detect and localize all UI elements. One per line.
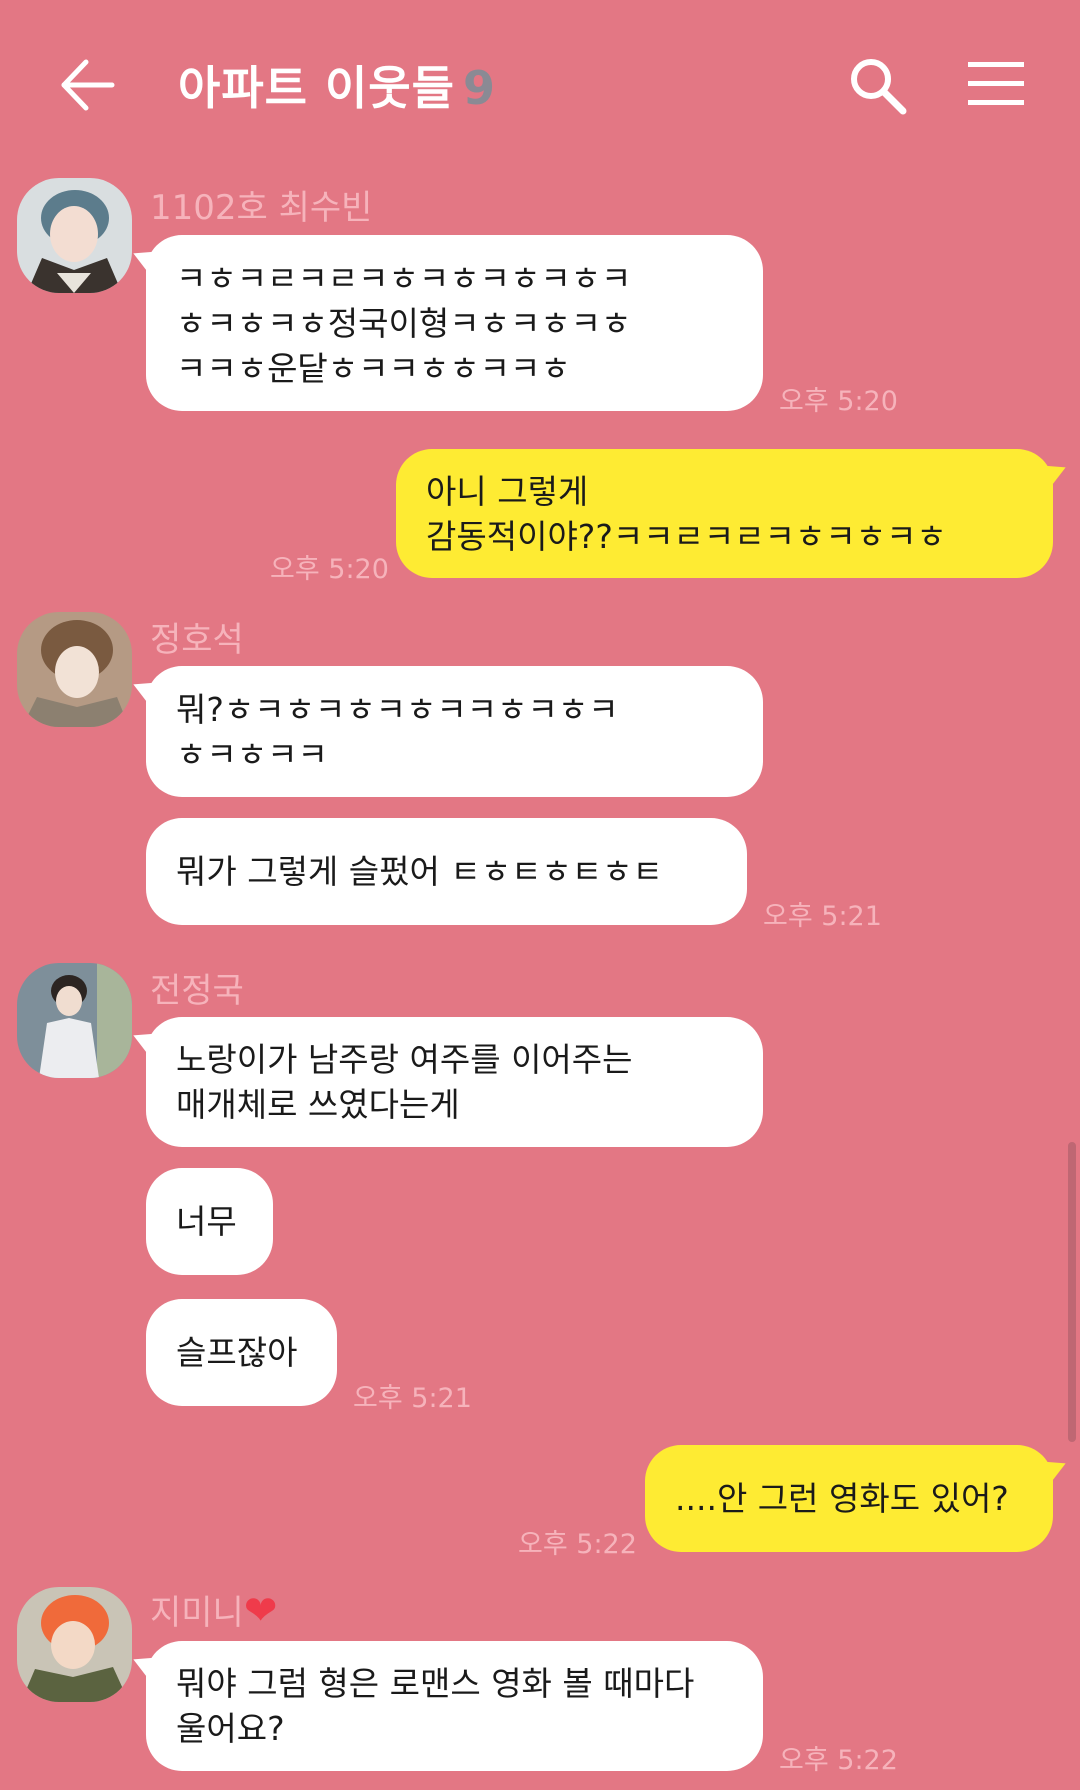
sender-name: 정호석 — [150, 620, 244, 660]
message-text: ....안 그런 영화도 있어? — [675, 1479, 1009, 1518]
message-text: 슬프잖아 — [176, 1333, 298, 1372]
back-button[interactable] — [56, 54, 146, 116]
message-bubble[interactable]: 노랑이가 남주랑 여주를 이어주는 매개체로 쓰였다는게 — [146, 1017, 763, 1147]
hamburger-menu-icon — [968, 62, 1024, 105]
sender-name: 지미니❤ — [150, 1585, 277, 1634]
message-time: 오후 5:21 — [353, 1383, 472, 1414]
my-message-bubble[interactable]: 아니 그렇게 감동적이야??ㅋㅋㄹㅋㄹㅋㅎㅋㅎㅋㅎ — [396, 449, 1053, 578]
avatar[interactable] — [17, 963, 132, 1078]
message-bubble[interactable]: 슬프잖아 — [146, 1299, 337, 1406]
message-text: 뭐가 그렇게 슬펐어 ㅌㅎㅌㅎㅌㅎㅌ — [176, 852, 663, 891]
profile-photo — [17, 612, 132, 727]
member-count: 9 — [462, 61, 496, 115]
chat-header: 아파트 이웃들 9 — [0, 0, 1080, 170]
sender-name: 1102호 최수빈 — [150, 188, 373, 228]
message-bubble[interactable]: 뭐야 그럼 형은 로맨스 영화 볼 때마다 울어요? — [146, 1641, 763, 1771]
search-button[interactable] — [848, 56, 908, 116]
avatar[interactable] — [17, 178, 132, 293]
message-text: 뭐?ㅎㅋㅎㅋㅎㅋㅎㅋㅋㅎㅋㅎㅋ ㅎㅋㅎㅋㅋ — [176, 689, 619, 774]
profile-photo — [17, 1587, 132, 1702]
message-text: 아니 그렇게 감동적이야??ㅋㅋㄹㅋㄹㅋㅎㅋㅎㅋㅎ — [426, 471, 947, 556]
message-bubble[interactable]: 너무 — [146, 1168, 273, 1275]
profile-photo — [17, 963, 132, 1078]
message-time: 오후 5:22 — [779, 1745, 898, 1776]
chat-room-name: 아파트 이웃들 — [178, 61, 455, 115]
message-bubble[interactable]: 뭐가 그렇게 슬펐어 ㅌㅎㅌㅎㅌㅎㅌ — [146, 818, 747, 925]
scrollbar[interactable] — [1068, 1142, 1076, 1442]
search-icon — [851, 59, 907, 115]
message-text: 너무 — [176, 1202, 237, 1241]
message-time: 오후 5:22 — [518, 1529, 637, 1560]
arrow-left-icon — [61, 59, 115, 111]
message-text: 노랑이가 남주랑 여주를 이어주는 매개체로 쓰였다는게 — [176, 1040, 633, 1124]
chat-title: 아파트 이웃들 9 — [178, 52, 496, 118]
message-bubble[interactable]: ㅋㅎㅋㄹㅋㄹㅋㅎㅋㅎㅋㅎㅋㅎㅋ ㅎㅋㅎㅋㅎ정국이형ㅋㅎㅋㅎㅋㅎ ㅋㅋㅎ운닽ㅎㅋㅋ… — [146, 235, 763, 411]
message-time: 오후 5:21 — [763, 901, 882, 932]
message-time: 오후 5:20 — [270, 554, 389, 585]
avatar[interactable] — [17, 1587, 132, 1702]
sender-name: 전정국 — [150, 971, 244, 1011]
heart-icon: ❤ — [243, 1588, 278, 1634]
message-text: 뭐야 그럼 형은 로맨스 영화 볼 때마다 울어요? — [176, 1664, 695, 1748]
message-bubble[interactable]: 뭐?ㅎㅋㅎㅋㅎㅋㅎㅋㅋㅎㅋㅎㅋ ㅎㅋㅎㅋㅋ — [146, 666, 763, 797]
my-message-bubble[interactable]: ....안 그런 영화도 있어? — [645, 1445, 1053, 1552]
menu-button[interactable] — [968, 60, 1024, 108]
avatar[interactable] — [17, 612, 132, 727]
profile-photo — [17, 178, 132, 293]
sender-name-text: 지미니 — [150, 1593, 244, 1633]
message-text: ㅋㅎㅋㄹㅋㄹㅋㅎㅋㅎㅋㅎㅋㅎㅋ ㅎㅋㅎㅋㅎ정국이형ㅋㅎㅋㅎㅋㅎ ㅋㅋㅎ운닽ㅎㅋㅋ… — [176, 258, 632, 388]
message-time: 오후 5:20 — [779, 386, 898, 417]
